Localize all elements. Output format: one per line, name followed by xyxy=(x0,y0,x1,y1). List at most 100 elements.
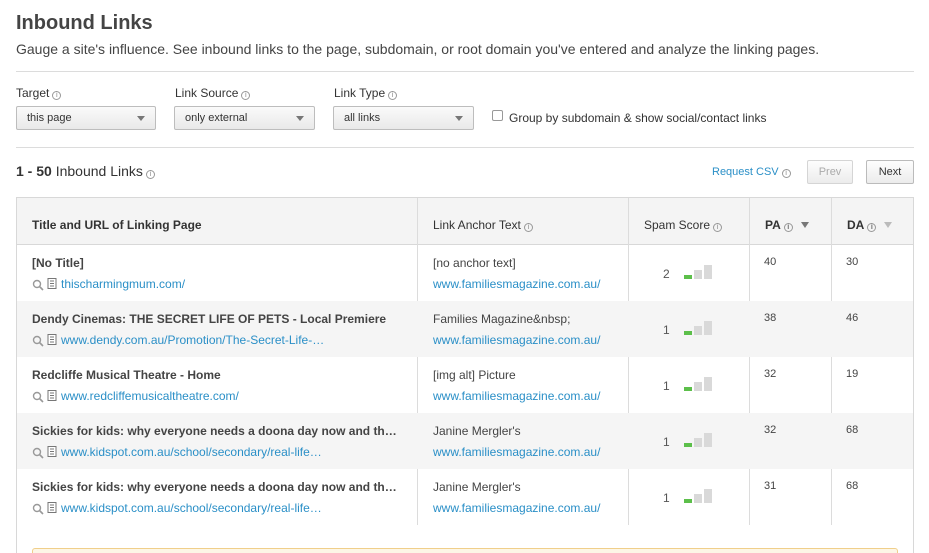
spam-bar-3 xyxy=(704,377,712,391)
linking-page-title: Sickies for kids: why everyone needs a d… xyxy=(32,424,397,438)
spam-bar-3 xyxy=(704,489,712,503)
column-header-pa[interactable]: PA i xyxy=(765,218,809,232)
spam-bar-2 xyxy=(694,382,702,391)
magnifier-icon[interactable] xyxy=(32,390,44,403)
spam-bar-1 xyxy=(684,443,692,447)
page-title: Inbound Links xyxy=(16,12,153,34)
divider xyxy=(16,147,914,148)
magnifier-icon[interactable] xyxy=(32,278,44,291)
column-header-title-url[interactable]: Title and URL of Linking Page xyxy=(32,218,202,232)
spam-bar-3 xyxy=(704,433,712,447)
domain-authority: 68 xyxy=(846,480,859,492)
spam-score-bars xyxy=(684,377,714,391)
table-row: Sickies for kids: why everyone needs a d… xyxy=(17,469,913,525)
info-icon[interactable]: i xyxy=(781,169,791,178)
anchor-target-url[interactable]: www.familiesmagazine.com.au/ xyxy=(433,277,600,291)
spam-score-value: 2 xyxy=(663,267,670,281)
request-csv-link[interactable]: Request CSV i xyxy=(712,166,791,178)
page-icon[interactable] xyxy=(47,277,58,289)
linking-page-title: Dendy Cinemas: THE SECRET LIFE OF PETS -… xyxy=(32,312,387,326)
link-source-filter-label: Link Source i xyxy=(175,86,251,100)
spam-bar-1 xyxy=(684,499,692,503)
domain-authority: 30 xyxy=(846,256,859,268)
page-icon[interactable] xyxy=(47,445,58,457)
anchor-text: Janine Mergler's xyxy=(433,480,521,494)
page-authority: 32 xyxy=(764,368,777,380)
spam-bar-1 xyxy=(684,275,692,279)
table-row: Sickies for kids: why everyone needs a d… xyxy=(17,413,913,469)
spam-bar-2 xyxy=(694,494,702,503)
info-icon[interactable]: i xyxy=(713,223,723,232)
table-header: Title and URL of Linking Page Link Ancho… xyxy=(17,198,913,245)
inbound-links-table: Title and URL of Linking Page Link Ancho… xyxy=(16,197,914,553)
linking-page-title: Redcliffe Musical Theatre - Home xyxy=(32,368,221,382)
spam-score-value: 1 xyxy=(663,491,670,505)
anchor-target-url[interactable]: www.familiesmagazine.com.au/ xyxy=(433,333,600,347)
spam-score-bars xyxy=(684,265,714,279)
page-authority: 31 xyxy=(764,480,777,492)
spam-score-value: 1 xyxy=(663,379,670,393)
magnifier-icon[interactable] xyxy=(32,502,44,515)
sort-arrow-icon[interactable] xyxy=(800,222,809,228)
group-by-subdomain-checkbox[interactable] xyxy=(492,110,503,121)
column-header-da[interactable]: DA i xyxy=(847,218,893,232)
linking-page-title: Sickies for kids: why everyone needs a d… xyxy=(32,480,397,494)
spam-bar-2 xyxy=(694,326,702,335)
info-icon[interactable]: i xyxy=(388,91,398,100)
column-header-anchor[interactable]: Link Anchor Text i xyxy=(433,218,533,232)
sort-arrow-icon[interactable] xyxy=(884,222,893,228)
spam-bar-1 xyxy=(684,331,692,335)
domain-authority: 68 xyxy=(846,424,859,436)
spam-bar-3 xyxy=(704,321,712,335)
linking-page-url[interactable]: thischarmingmum.com/ xyxy=(61,277,185,291)
target-filter-label: Target i xyxy=(16,86,62,100)
anchor-target-url[interactable]: www.familiesmagazine.com.au/ xyxy=(433,445,600,459)
page-icon[interactable] xyxy=(47,333,58,345)
column-header-spam[interactable]: Spam Score i xyxy=(644,218,723,232)
linking-page-url[interactable]: www.kidspot.com.au/school/secondary/real… xyxy=(61,501,322,515)
anchor-target-url[interactable]: www.familiesmagazine.com.au/ xyxy=(433,389,600,403)
group-by-subdomain-label[interactable]: Group by subdomain & show social/contact… xyxy=(509,111,766,125)
anchor-text: Families Magazine&nbsp; xyxy=(433,312,571,326)
link-type-select[interactable]: all links xyxy=(333,106,474,130)
info-icon[interactable]: i xyxy=(241,91,251,100)
info-icon[interactable]: i xyxy=(867,223,877,232)
spam-score-bars xyxy=(684,433,714,447)
results-range: 1 - 50 Inbound Links i xyxy=(16,163,155,179)
info-icon[interactable]: i xyxy=(145,170,155,179)
domain-authority: 46 xyxy=(846,312,859,324)
table-row: Dendy Cinemas: THE SECRET LIFE OF PETS -… xyxy=(17,301,913,357)
table-row: [No Title] thischarmingmum.com/ [no anchor… xyxy=(17,245,913,301)
page-icon[interactable] xyxy=(47,389,58,401)
page-authority: 32 xyxy=(764,424,777,436)
magnifier-icon[interactable] xyxy=(32,446,44,459)
spam-score-value: 1 xyxy=(663,435,670,449)
spam-bar-2 xyxy=(694,270,702,279)
next-button[interactable]: Next xyxy=(866,160,914,184)
table-row: Redcliffe Musical Theatre - Home www.redc… xyxy=(17,357,913,413)
prev-button[interactable]: Prev xyxy=(807,160,853,184)
spam-bar-2 xyxy=(694,438,702,447)
divider xyxy=(16,71,914,72)
page-authority: 40 xyxy=(764,256,777,268)
spam-bar-1 xyxy=(684,387,692,391)
info-icon[interactable]: i xyxy=(52,91,62,100)
spam-score-bars xyxy=(684,489,714,503)
linking-page-url[interactable]: www.kidspot.com.au/school/secondary/real… xyxy=(61,445,322,459)
linking-page-title: [No Title] xyxy=(32,256,84,270)
page-subtitle: Gauge a site's influence. See inbound li… xyxy=(16,41,820,57)
spam-bar-3 xyxy=(704,265,712,279)
spam-score-value: 1 xyxy=(663,323,670,337)
page-icon[interactable] xyxy=(47,501,58,513)
magnifier-icon[interactable] xyxy=(32,334,44,347)
chevron-down-icon xyxy=(137,116,145,121)
info-icon[interactable]: i xyxy=(523,223,533,232)
chevron-down-icon xyxy=(296,116,304,121)
linking-page-url[interactable]: www.dendy.com.au/Promotion/The-Secret-Li… xyxy=(61,333,324,347)
linking-page-url[interactable]: www.redcliffemusicaltheatre.com/ xyxy=(61,389,239,403)
link-source-select[interactable]: only external xyxy=(174,106,315,130)
notice-banner xyxy=(32,548,898,553)
target-select[interactable]: this page xyxy=(16,106,156,130)
info-icon[interactable]: i xyxy=(783,223,793,232)
anchor-target-url[interactable]: www.familiesmagazine.com.au/ xyxy=(433,501,600,515)
